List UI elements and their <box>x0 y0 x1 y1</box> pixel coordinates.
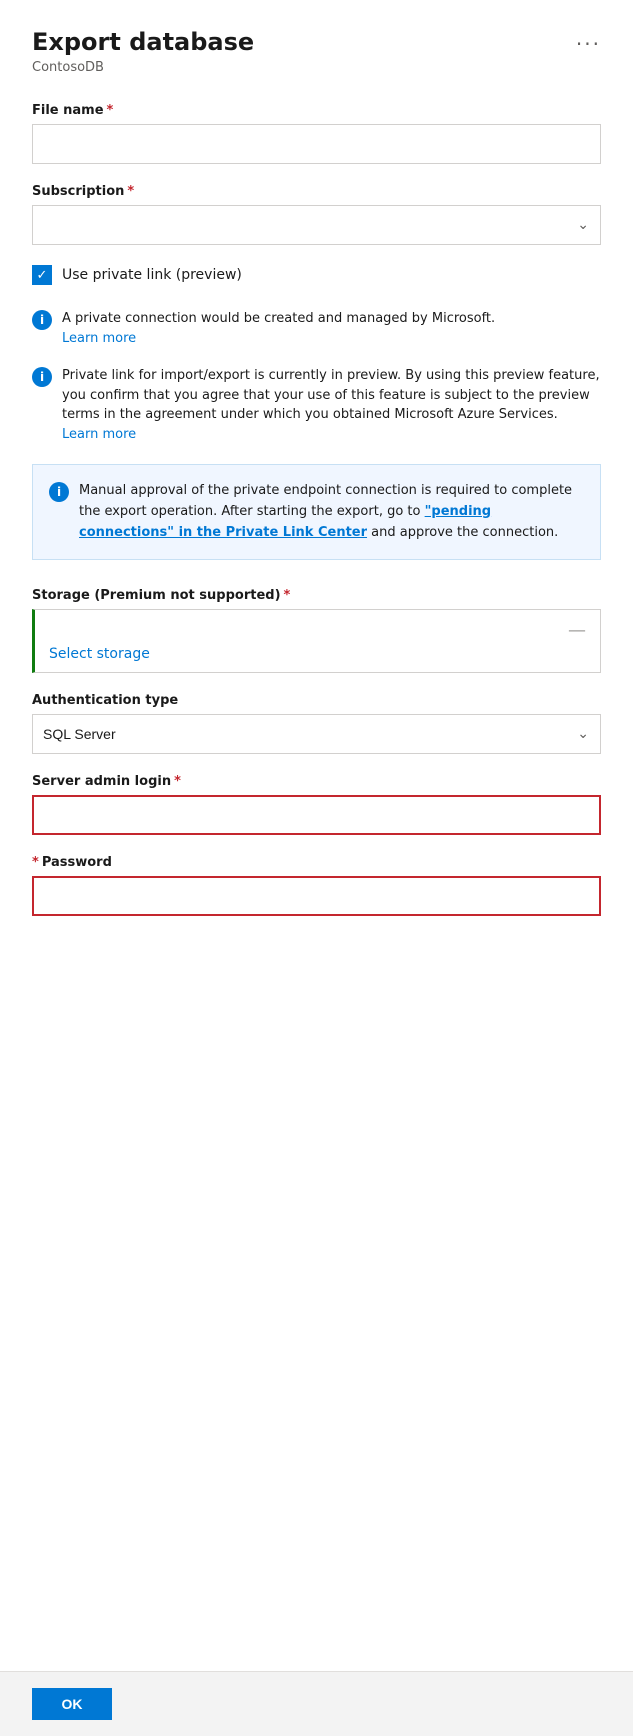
subtitle: ContosoDB <box>32 60 601 75</box>
storage-group: Storage (Premium not supported) * — Sele… <box>32 588 601 673</box>
info-icon-1: i <box>32 310 52 330</box>
info-text-2: Private link for import/export is curren… <box>62 366 601 444</box>
subscription-label: Subscription * <box>32 184 601 199</box>
subscription-select[interactable] <box>32 205 601 245</box>
subscription-group: Subscription * ⌄ <box>32 184 601 245</box>
spacer <box>32 936 601 1196</box>
storage-label: Storage (Premium not supported) * <box>32 588 601 603</box>
checkbox-check-icon: ✓ <box>37 269 48 282</box>
password-label: * Password <box>32 855 601 870</box>
storage-required: * <box>284 588 291 603</box>
file-name-required: * <box>107 103 114 118</box>
header: Export database ··· <box>32 28 601 56</box>
private-link-label: Use private link (preview) <box>62 267 242 283</box>
private-link-row: ✓ Use private link (preview) <box>32 265 601 285</box>
page-title: Export database <box>32 28 254 56</box>
info-text-1: A private connection would be created an… <box>62 309 495 348</box>
info-box: i Manual approval of the private endpoin… <box>32 464 601 560</box>
ok-button[interactable]: OK <box>32 1688 112 1720</box>
subscription-required: * <box>127 184 134 199</box>
server-admin-login-label: Server admin login * <box>32 774 601 789</box>
auth-type-select-wrapper: SQL Server Active Directory Password Act… <box>32 714 601 754</box>
footer: OK <box>0 1671 633 1736</box>
file-name-label: File name * <box>32 103 601 118</box>
storage-dash-icon: — <box>568 622 586 640</box>
more-options-icon[interactable]: ··· <box>576 32 601 56</box>
server-admin-login-group: Server admin login * <box>32 774 601 835</box>
info-icon-2: i <box>32 367 52 387</box>
learn-more-link-2[interactable]: Learn more <box>62 427 136 442</box>
file-name-input[interactable] <box>32 124 601 164</box>
private-link-checkbox[interactable]: ✓ <box>32 265 52 285</box>
subscription-select-wrapper: ⌄ <box>32 205 601 245</box>
auth-type-group: Authentication type SQL Server Active Di… <box>32 693 601 754</box>
password-group: * Password <box>32 855 601 916</box>
password-required: * <box>32 855 39 870</box>
info-block-2: i Private link for import/export is curr… <box>32 366 601 444</box>
file-name-group: File name * <box>32 103 601 164</box>
export-database-panel: Export database ··· ContosoDB File name … <box>0 0 633 1736</box>
learn-more-link-1[interactable]: Learn more <box>62 331 136 346</box>
storage-box[interactable]: — Select storage <box>32 609 601 673</box>
select-storage-link[interactable]: Select storage <box>49 646 150 662</box>
info-icon-3: i <box>49 482 69 502</box>
server-admin-login-input[interactable] <box>32 795 601 835</box>
auth-type-label: Authentication type <box>32 693 601 708</box>
info-box-text: Manual approval of the private endpoint … <box>79 481 584 543</box>
info-block-1: i A private connection would be created … <box>32 309 601 348</box>
auth-type-select[interactable]: SQL Server Active Directory Password Act… <box>32 714 601 754</box>
server-admin-login-required: * <box>174 774 181 789</box>
password-input[interactable] <box>32 876 601 916</box>
